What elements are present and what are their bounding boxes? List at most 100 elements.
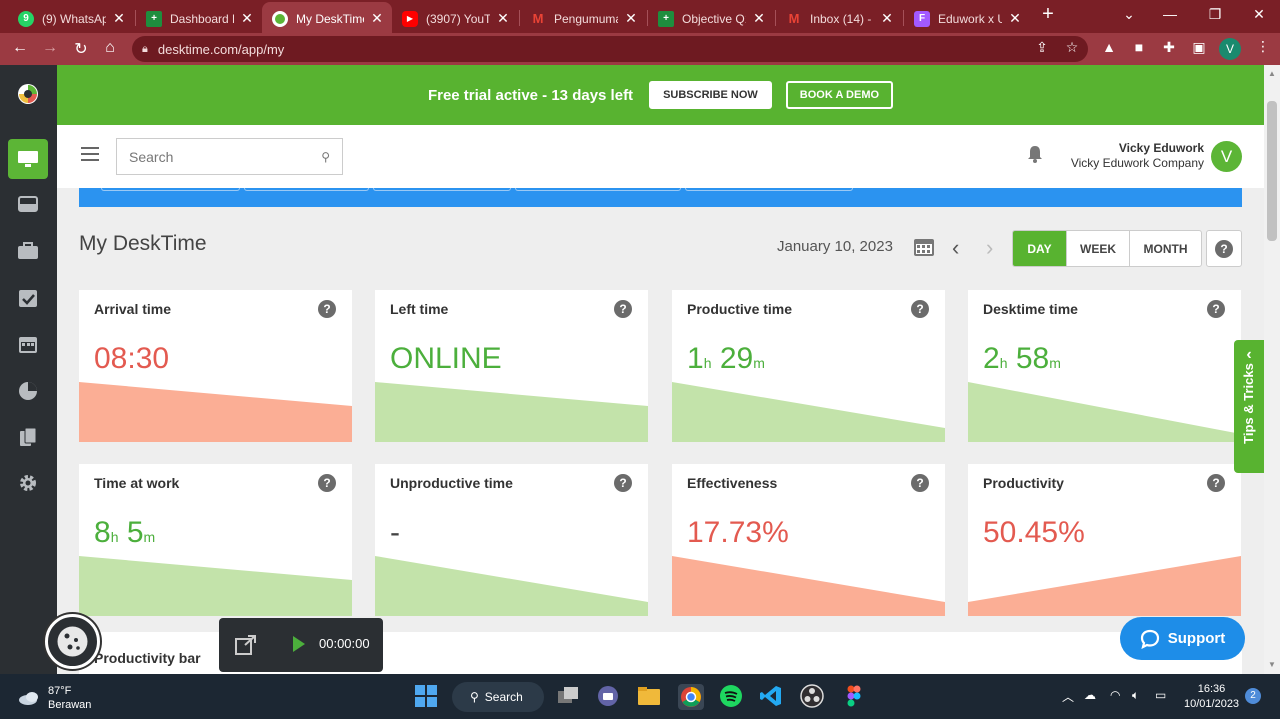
forward-arrow-icon[interactable]: → <box>40 39 60 57</box>
browser-tab[interactable]: ▶ (3907) YouTub ✕ <box>394 4 518 33</box>
search-box[interactable]: ⚲ <box>116 138 343 175</box>
search-input[interactable] <box>129 148 299 165</box>
subscribe-now-button[interactable]: SUBSCRIBE NOW <box>649 81 772 109</box>
browser-tab[interactable]: + Objective Q1 ✕ <box>650 4 774 33</box>
card-help-question-icon[interactable]: ? <box>1207 474 1225 492</box>
next-date-chevron-icon[interactable]: › <box>986 235 993 261</box>
play-icon[interactable] <box>292 635 306 658</box>
inbox-tray-icon[interactable] <box>8 184 48 224</box>
page-scrollbar[interactable]: ▲ ▼ <box>1264 65 1280 674</box>
teams-chat-icon[interactable] <box>596 684 622 710</box>
search-icon[interactable]: ⚲ <box>321 150 330 164</box>
browser-tab[interactable]: M Inbox (14) - v ✕ <box>778 4 902 33</box>
briefcase-icon[interactable] <box>8 231 48 271</box>
user-info[interactable]: Vicky Eduwork Vicky Eduwork Company <box>1071 141 1204 171</box>
book-demo-button[interactable]: BOOK A DEMO <box>785 81 894 109</box>
figma-icon[interactable] <box>842 684 868 710</box>
tab-search-chevron-icon[interactable]: ⌄ <box>1119 6 1139 23</box>
reload-icon[interactable]: ↻ <box>71 39 91 59</box>
close-tab-icon[interactable]: ✕ <box>880 10 894 27</box>
reports-pie-icon[interactable] <box>8 371 48 411</box>
calendar-picker-icon[interactable] <box>913 237 935 257</box>
new-tab-button[interactable]: + <box>1038 3 1058 26</box>
card-help-question-icon[interactable]: ? <box>614 474 632 492</box>
blue-strip-tab[interactable] <box>101 188 240 191</box>
browser-tab[interactable]: M Pengumuman ✕ <box>522 4 646 33</box>
profile-avatar[interactable]: V <box>1219 38 1241 60</box>
open-external-icon[interactable] <box>235 635 257 660</box>
card-help-question-icon[interactable]: ? <box>614 300 632 318</box>
show-hidden-icons-chevron-icon[interactable]: ︿ <box>1062 688 1074 705</box>
settings-gear-icon[interactable] <box>8 463 48 503</box>
side-panel-icon[interactable]: ▣ <box>1190 39 1208 56</box>
card-help-question-icon[interactable]: ? <box>1207 300 1225 318</box>
extensions-puzzle-icon[interactable]: ✚ <box>1160 39 1178 56</box>
wifi-icon[interactable]: ◠ <box>1110 688 1120 702</box>
browser-tab[interactable]: + Dashboard B ✕ <box>138 4 262 33</box>
card-help-question-icon[interactable]: ? <box>911 474 929 492</box>
previous-date-chevron-icon[interactable]: ‹ <box>952 235 959 261</box>
card-help-question-icon[interactable]: ? <box>318 474 336 492</box>
battery-icon[interactable]: ▭ <box>1155 688 1166 702</box>
scroll-up-icon[interactable]: ▲ <box>1268 69 1276 78</box>
spotify-icon[interactable] <box>719 684 745 710</box>
help-button[interactable]: ? <box>1206 230 1242 267</box>
extension-triangle-icon[interactable]: ▲ <box>1100 39 1118 55</box>
user-avatar[interactable]: V <box>1211 141 1242 172</box>
close-tab-icon[interactable]: ✕ <box>496 10 510 27</box>
close-tab-icon[interactable]: ✕ <box>752 10 766 27</box>
support-button[interactable]: Support <box>1120 617 1245 660</box>
browser-tab[interactable]: F Eduwork x Up ✕ <box>906 4 1030 33</box>
bookmark-star-icon[interactable]: ☆ <box>1063 39 1081 56</box>
vscode-icon[interactable] <box>759 684 785 710</box>
card-help-question-icon[interactable]: ? <box>318 300 336 318</box>
period-month-button[interactable]: MONTH <box>1129 231 1201 266</box>
back-arrow-icon[interactable]: ← <box>10 39 30 57</box>
menu-dots-icon[interactable]: ⋮ <box>1254 38 1272 55</box>
browser-tab[interactable]: 9 (9) WhatsApp ✕ <box>10 4 134 33</box>
hamburger-menu-icon[interactable] <box>81 147 99 161</box>
minimize-icon[interactable]: — <box>1160 6 1180 22</box>
task-view-icon[interactable] <box>556 684 582 710</box>
windows-start-icon[interactable] <box>414 684 440 710</box>
close-tab-icon[interactable]: ✕ <box>1008 10 1022 27</box>
onedrive-cloud-icon[interactable]: ☁ <box>1084 688 1096 702</box>
window-close-icon[interactable]: ✕ <box>1249 6 1269 23</box>
period-day-button[interactable]: DAY <box>1013 231 1066 266</box>
blue-strip-tab[interactable] <box>515 188 681 191</box>
blue-strip-tab[interactable] <box>244 188 369 191</box>
tips-and-tricks-tab[interactable]: ‹ Tips & Tricks <box>1234 340 1264 473</box>
close-tab-icon[interactable]: ✕ <box>240 10 254 27</box>
cookie-settings-button[interactable] <box>45 614 100 669</box>
period-week-button[interactable]: WEEK <box>1066 231 1129 266</box>
scroll-down-icon[interactable]: ▼ <box>1268 660 1276 669</box>
notification-bell-icon[interactable] <box>1027 145 1043 168</box>
address-bar[interactable]: 🔒︎ desktime.com/app/my <box>132 36 1088 62</box>
tab-title: Pengumuman <box>554 11 618 26</box>
tasks-checkbox-icon[interactable] <box>8 278 48 318</box>
obs-icon[interactable] <box>800 684 826 710</box>
browser-tab-active[interactable]: My DeskTime ✕ <box>264 4 392 33</box>
documents-icon[interactable] <box>8 417 48 457</box>
volume-icon[interactable]: 🔈︎ <box>1132 688 1139 703</box>
file-explorer-icon[interactable] <box>637 684 663 710</box>
gmail-icon: M <box>788 11 800 26</box>
scrollbar-thumb[interactable] <box>1267 101 1277 241</box>
close-tab-icon[interactable]: ✕ <box>112 10 126 27</box>
system-clock[interactable]: 16:36 10/01/2023 <box>1184 682 1239 712</box>
blue-strip-tab[interactable] <box>373 188 511 191</box>
chrome-icon[interactable] <box>678 684 704 710</box>
restore-icon[interactable]: ❐ <box>1205 6 1225 23</box>
dashboard-monitor-icon[interactable] <box>8 139 48 179</box>
close-tab-icon[interactable]: ✕ <box>370 10 384 27</box>
notification-count-badge[interactable]: 2 <box>1245 688 1261 704</box>
home-icon[interactable]: ⌂ <box>100 39 120 57</box>
close-tab-icon[interactable]: ✕ <box>624 10 638 27</box>
blue-strip-tab[interactable] <box>685 188 853 191</box>
desktime-logo-icon[interactable] <box>8 74 48 114</box>
share-icon[interactable]: ⇪ <box>1033 39 1051 56</box>
calendar-icon[interactable] <box>8 324 48 364</box>
card-help-question-icon[interactable]: ? <box>911 300 929 318</box>
extension-dark-icon[interactable]: ■ <box>1130 39 1148 55</box>
taskbar-search[interactable]: ⚲ Search <box>452 682 544 712</box>
